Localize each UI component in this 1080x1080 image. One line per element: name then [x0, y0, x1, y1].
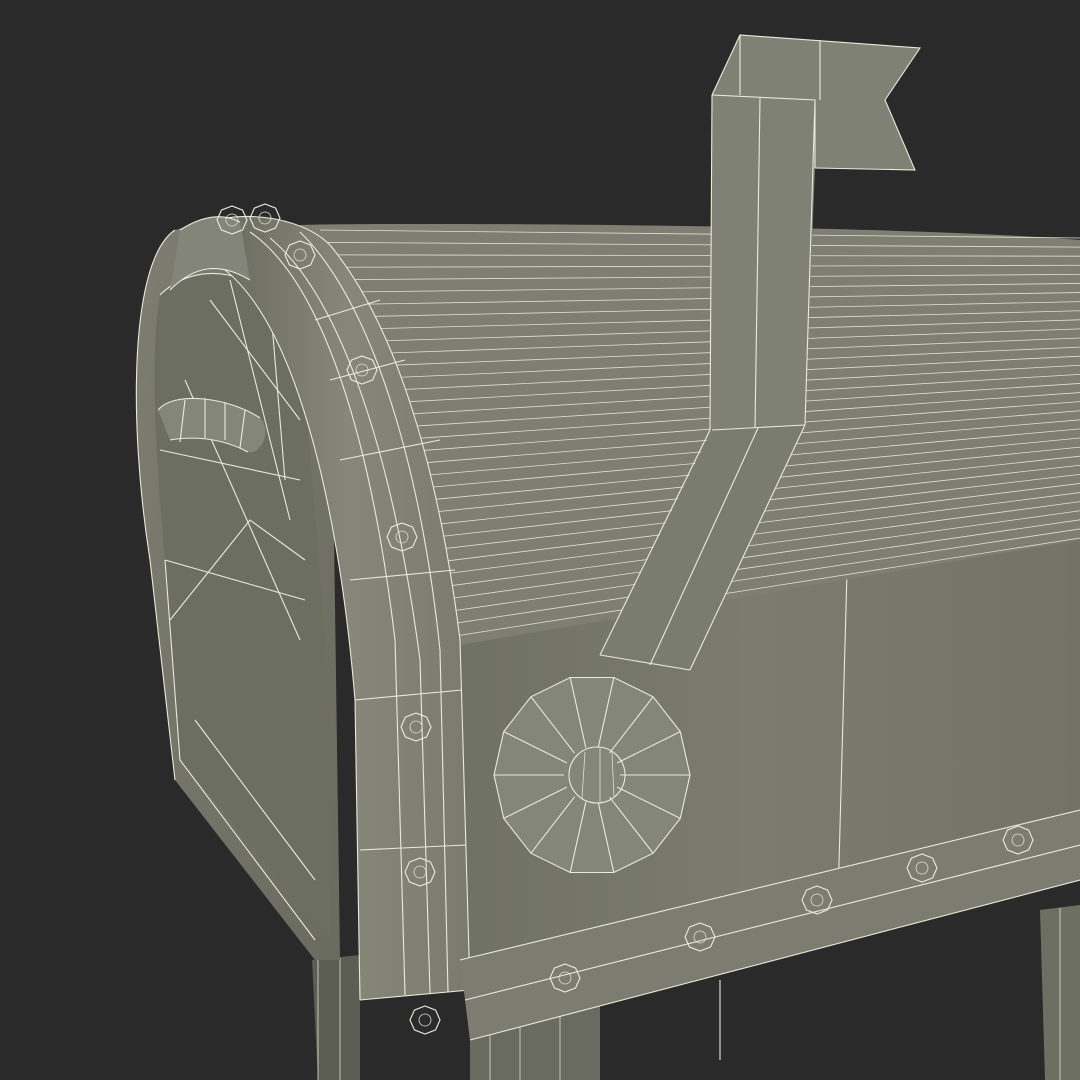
mailbox-render — [0, 0, 1080, 1080]
flag-pivot-disc — [493, 676, 691, 874]
